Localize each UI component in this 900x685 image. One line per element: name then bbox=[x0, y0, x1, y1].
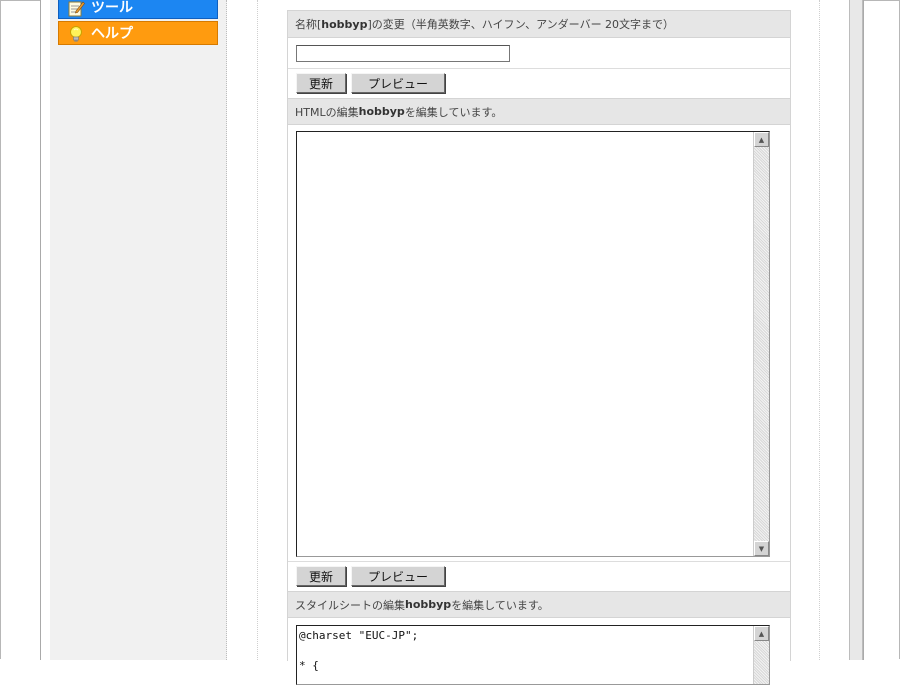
css-editor-content: @charset "EUC-JP"; * { bbox=[299, 629, 419, 672]
html-header-prefix: HTMLの編集 bbox=[295, 105, 359, 119]
css-editor-textarea[interactable]: @charset "EUC-JP"; * { ▲ bbox=[296, 625, 770, 685]
notepad-pencil-icon bbox=[68, 1, 85, 17]
rename-header-prefix: 名称[ bbox=[295, 18, 322, 31]
sidebar-item-tools[interactable]: ツール bbox=[58, 0, 218, 19]
right-border-bar bbox=[849, 0, 863, 660]
html-header-suffix: を編集しています。 bbox=[404, 105, 503, 119]
css-editor-scrollbar[interactable]: ▲ bbox=[753, 626, 769, 684]
css-header-suffix: を編集しています。 bbox=[451, 598, 549, 612]
html-preview-button[interactable]: プレビュー bbox=[351, 566, 445, 586]
html-editor-scrollbar[interactable]: ▲ ▼ bbox=[753, 132, 769, 556]
divider bbox=[288, 68, 790, 69]
rename-header-name: hobbyp bbox=[321, 17, 368, 31]
sidebar-item-help[interactable]: ヘルプ bbox=[58, 21, 218, 45]
rename-update-button[interactable]: 更新 bbox=[296, 73, 346, 93]
edit-panel: 名称[hobbyp]の変更（半角英数字、ハイフン、アンダーバー 20文字まで） … bbox=[287, 10, 791, 685]
rename-preview-button[interactable]: プレビュー bbox=[351, 73, 445, 93]
css-header-name: hobbyp bbox=[405, 598, 452, 611]
html-section-header: HTMLの編集 hobbyp を編集しています。 bbox=[288, 98, 790, 125]
sidebar: ツール ヘルプ bbox=[50, 0, 227, 660]
rename-header-suffix: ]の変更（半角英数字、ハイフン、アンダーバー 20文字まで） bbox=[367, 18, 675, 31]
css-section-header: スタイルシートの編集 hobbyp を編集しています。 bbox=[288, 591, 790, 618]
html-update-button[interactable]: 更新 bbox=[296, 566, 346, 586]
css-header-prefix: スタイルシートの編集 bbox=[295, 598, 405, 612]
scroll-up-icon[interactable]: ▲ bbox=[754, 626, 769, 641]
html-header-name: hobbyp bbox=[358, 105, 405, 118]
sidebar-item-label: ツール bbox=[91, 0, 133, 16]
scroll-up-icon[interactable]: ▲ bbox=[754, 132, 769, 147]
name-input[interactable] bbox=[296, 45, 510, 62]
scroll-down-icon[interactable]: ▼ bbox=[754, 541, 769, 556]
lightbulb-icon bbox=[70, 26, 82, 42]
rename-section-header: 名称[hobbyp]の変更（半角英数字、ハイフン、アンダーバー 20文字まで） bbox=[288, 11, 790, 38]
sidebar-item-label: ヘルプ bbox=[91, 26, 133, 42]
divider bbox=[288, 561, 790, 562]
html-editor-textarea[interactable]: ▲ ▼ bbox=[296, 131, 770, 557]
